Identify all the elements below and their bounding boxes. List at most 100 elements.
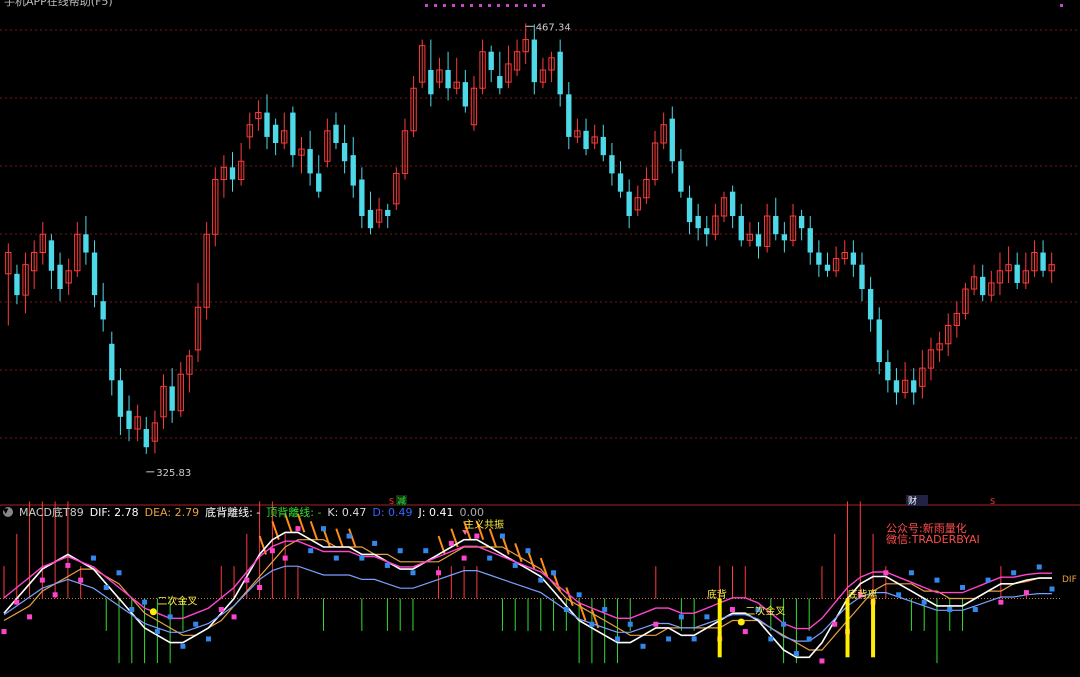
candle-body — [738, 216, 744, 241]
signal-square — [640, 643, 646, 649]
top-marker-dot — [497, 4, 500, 7]
dea-line — [3, 539, 1052, 651]
signal-square — [39, 577, 45, 583]
candle-body — [83, 234, 89, 253]
indicator-name[interactable]: MACD底T89 — [19, 504, 84, 520]
divergence-band-2 — [488, 528, 497, 548]
signal-square — [1023, 590, 1029, 596]
candle-body — [264, 112, 270, 137]
d-value: 0.49 — [388, 505, 413, 519]
candle-body — [350, 155, 356, 186]
candle-body — [359, 179, 365, 217]
candle-body — [229, 167, 236, 180]
signal-square — [1, 629, 7, 635]
signal-square — [346, 533, 352, 539]
signal-square — [410, 570, 416, 576]
candle-body — [143, 428, 149, 448]
bottom-div-label: 底背離线: - — [205, 506, 261, 519]
signal-square — [704, 614, 710, 620]
signal-square — [883, 570, 889, 576]
candle-body — [316, 173, 322, 192]
window-title-partial: 手机APP在线帮助(F5) — [4, 0, 113, 8]
candle-body — [798, 216, 805, 229]
candle-body — [117, 380, 124, 417]
candle-body — [341, 142, 348, 162]
candle-body — [807, 228, 813, 253]
signal-square — [653, 621, 659, 627]
candle-body — [583, 130, 589, 150]
signal-square — [129, 607, 135, 613]
candle-body — [695, 216, 701, 229]
signal-square — [998, 599, 1004, 605]
candle-body — [617, 173, 624, 192]
candle-body — [867, 289, 874, 320]
dea-value: 2.79 — [174, 505, 200, 519]
divergence-band-2 — [527, 550, 536, 570]
signal-square — [908, 570, 914, 576]
divergence-band-1 — [335, 528, 344, 548]
top-marker-dot — [425, 4, 428, 7]
candle-body — [169, 386, 175, 411]
signal-golden-2: 二次金叉 — [745, 605, 785, 618]
signal-square — [1036, 564, 1042, 570]
signal-square — [78, 577, 84, 583]
top-marker-dot — [488, 4, 491, 7]
signal-square — [180, 643, 186, 649]
signal-square — [474, 533, 480, 539]
candle-body — [531, 39, 537, 83]
signal-square — [512, 562, 518, 568]
signal-square — [282, 555, 288, 561]
candle-body — [445, 69, 451, 89]
candle-body — [686, 197, 693, 223]
candle-body — [704, 228, 710, 235]
signal-golden-1: 二次金叉 — [157, 594, 197, 607]
signal-square — [167, 614, 173, 620]
signal-square — [896, 592, 902, 598]
divergence-band-2 — [514, 543, 523, 563]
top-marker-dot — [506, 4, 509, 7]
divergence-band-1 — [309, 520, 319, 541]
candle-body — [850, 252, 857, 265]
notice-text: 公众号:新雨量化 微信:TRADERBYAI — [886, 523, 980, 545]
dea-label: DEA: 2.79 — [144, 505, 200, 519]
signal-square — [65, 562, 71, 568]
signal-square — [436, 570, 442, 576]
top-marker-dot — [470, 4, 473, 7]
candle-body — [307, 149, 313, 174]
stock-chart[interactable]: 467.34325.83减S 财 S二次金叉底背二次金叉底背离主义共振DIF — [0, 0, 1080, 677]
d-label: D: 0.49 — [372, 505, 413, 519]
candle-body — [100, 301, 106, 320]
golden-dot-1 — [149, 608, 157, 616]
signal-square — [461, 555, 467, 561]
candle-body — [1014, 264, 1020, 283]
divergence-band-2 — [501, 535, 510, 555]
signal-square — [563, 607, 569, 613]
dif-right-label: DIF — [1062, 575, 1077, 585]
candle-body — [626, 191, 632, 217]
candle-body — [893, 380, 900, 393]
low-label: 325.83 — [156, 468, 191, 479]
candle-body — [126, 410, 132, 429]
signal-square — [627, 621, 633, 627]
top-marker-dot — [461, 4, 464, 7]
signal-square — [589, 621, 595, 627]
dif-label: DIF: 2.78 — [89, 505, 139, 519]
top-marker-dot — [434, 4, 437, 7]
candle-body — [91, 252, 98, 296]
divergence-band-1 — [322, 528, 331, 548]
candle-body — [367, 209, 374, 229]
candle-body — [824, 264, 831, 271]
signal-square — [448, 540, 454, 546]
signal-square — [205, 636, 211, 642]
candle-body — [557, 51, 563, 95]
signal-square — [742, 629, 748, 635]
signal-square — [231, 614, 237, 620]
extra-value: 0.00 — [459, 505, 484, 519]
signal-square — [781, 621, 787, 627]
signal-square — [487, 555, 493, 561]
candle-body — [428, 69, 434, 95]
candle-body — [885, 362, 891, 381]
k-label: K: 0.47 — [327, 505, 367, 519]
settings-icon[interactable]: ▼ — [3, 507, 13, 517]
signal-bottom-1: 底背 — [707, 588, 727, 601]
